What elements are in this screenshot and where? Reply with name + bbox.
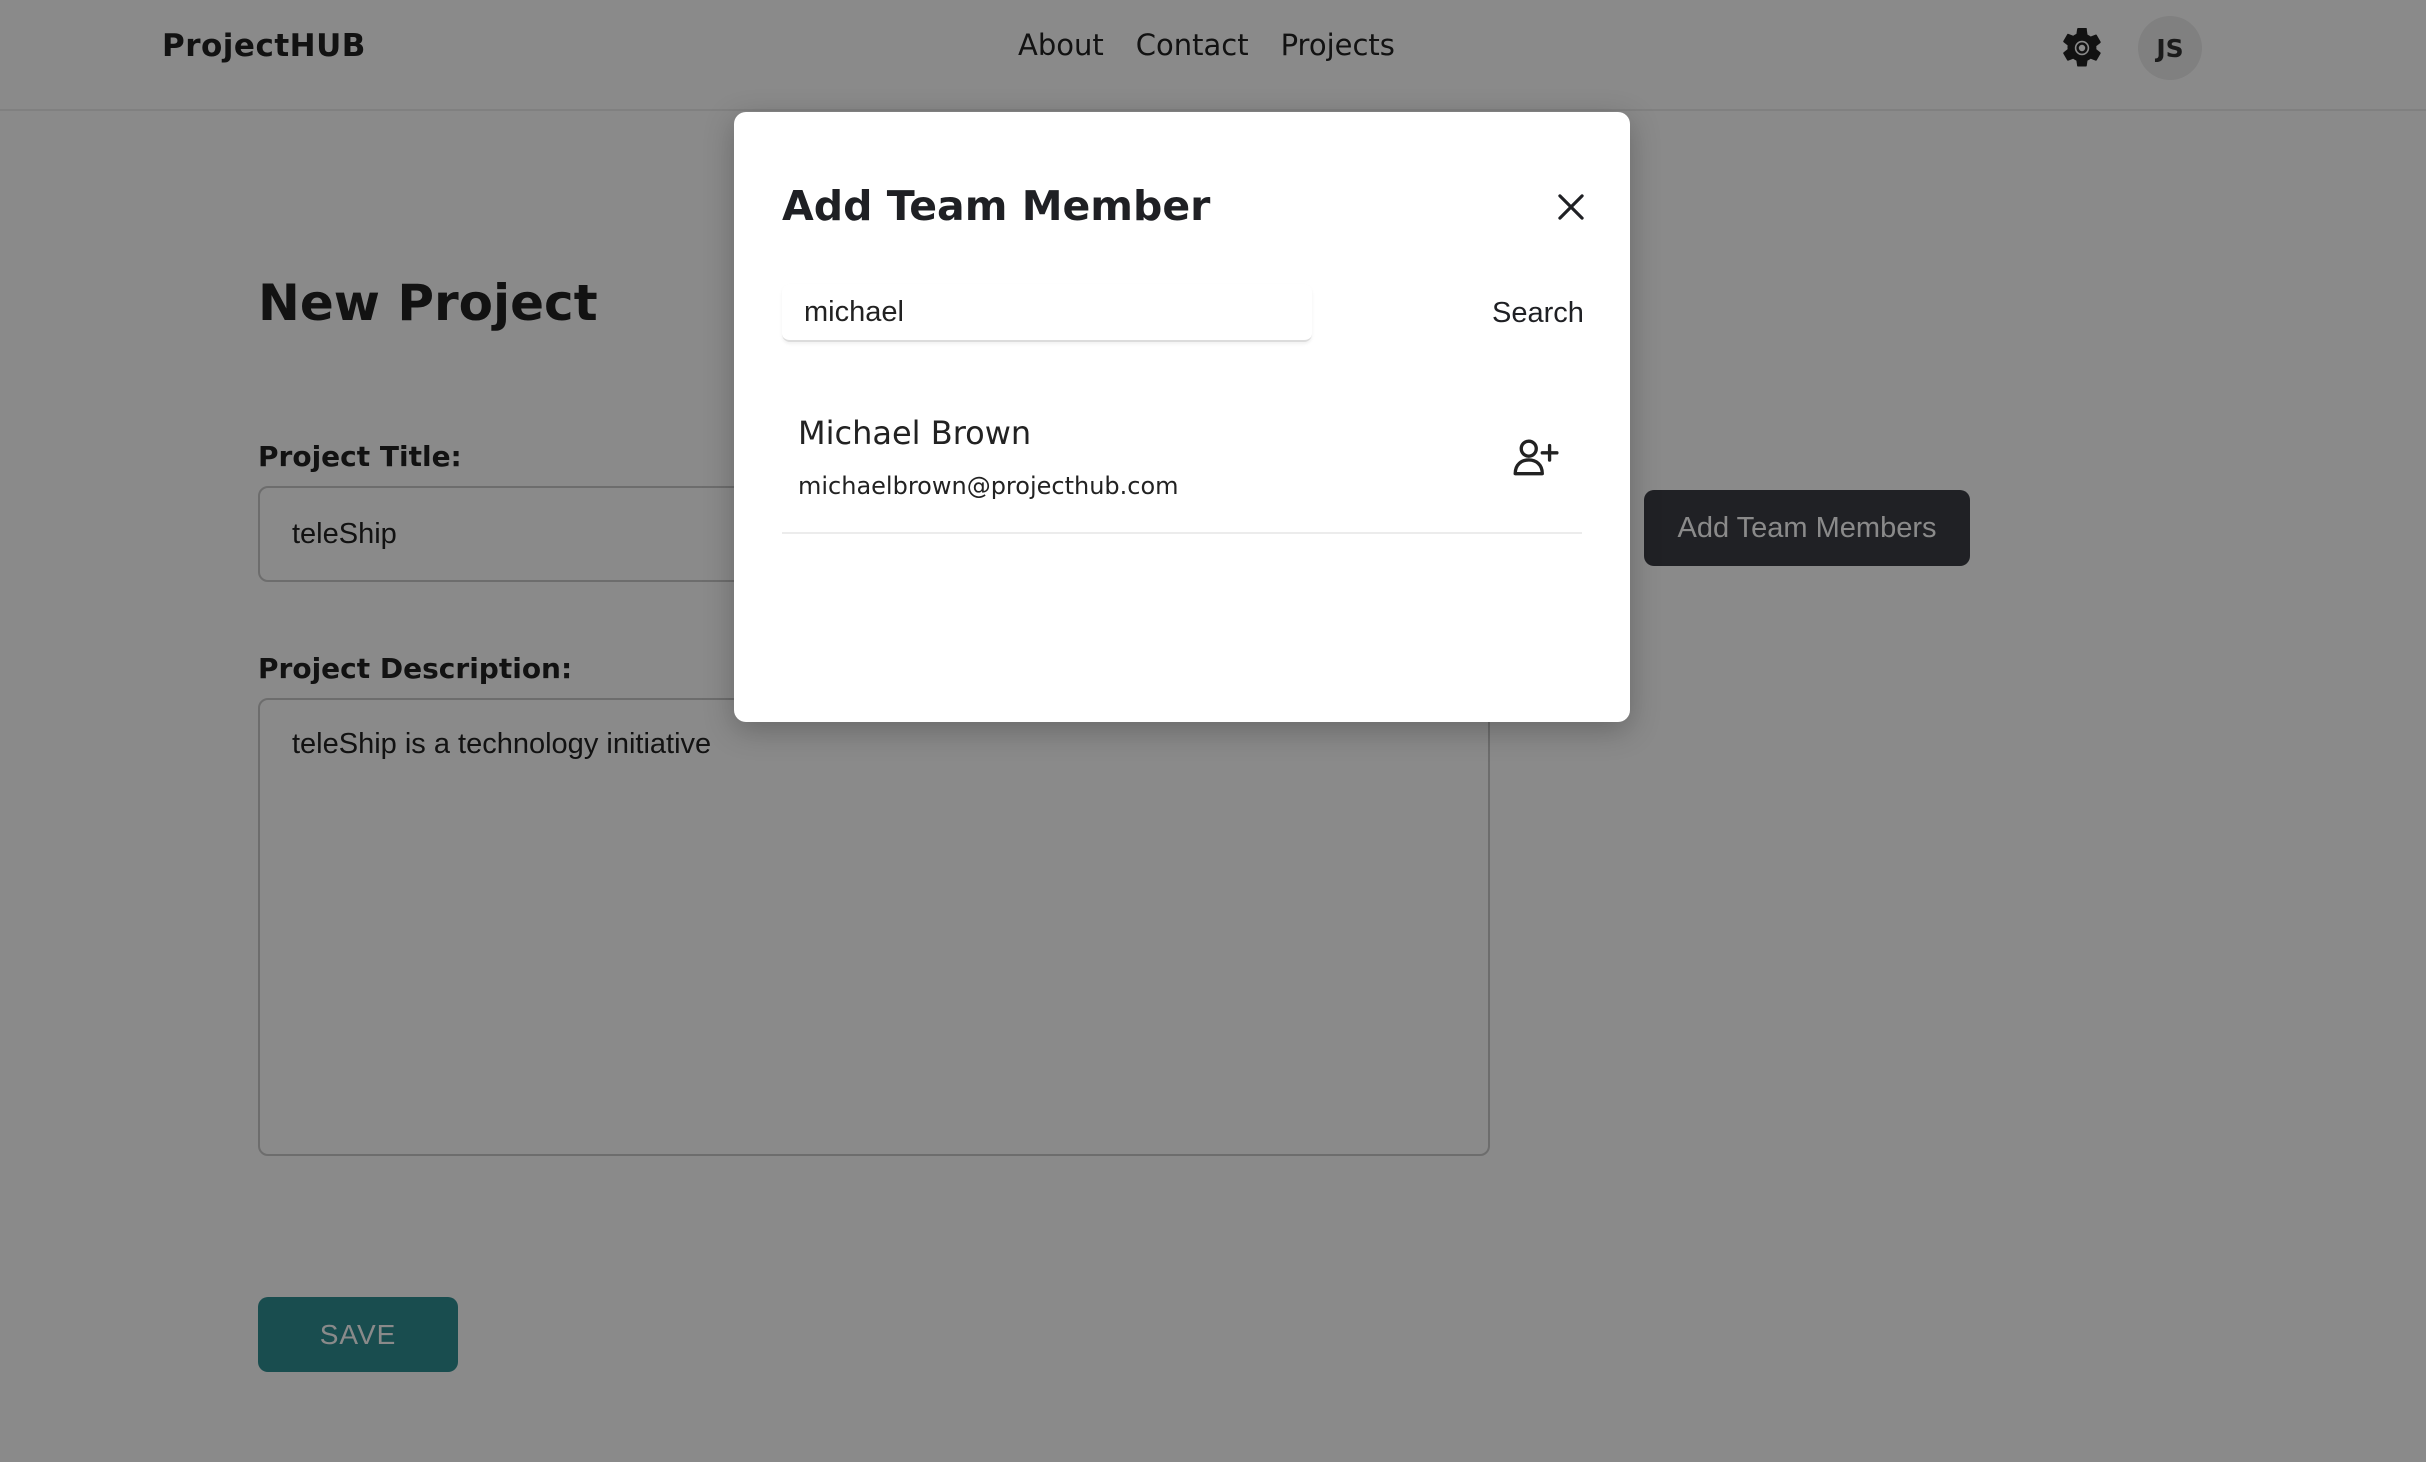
close-icon[interactable] (1552, 188, 1590, 226)
result-name: Michael Brown (798, 414, 1032, 452)
member-search-input[interactable] (782, 284, 1312, 342)
add-user-icon[interactable] (1510, 432, 1560, 482)
modal-title: Add Team Member (782, 182, 1211, 230)
search-button[interactable]: Search (1484, 290, 1592, 336)
add-team-member-modal: Add Team Member Search Michael Brown mic… (734, 112, 1630, 722)
result-email: michaelbrown@projecthub.com (798, 472, 1179, 500)
search-result-item: Michael Brown michaelbrown@projecthub.co… (782, 392, 1582, 534)
